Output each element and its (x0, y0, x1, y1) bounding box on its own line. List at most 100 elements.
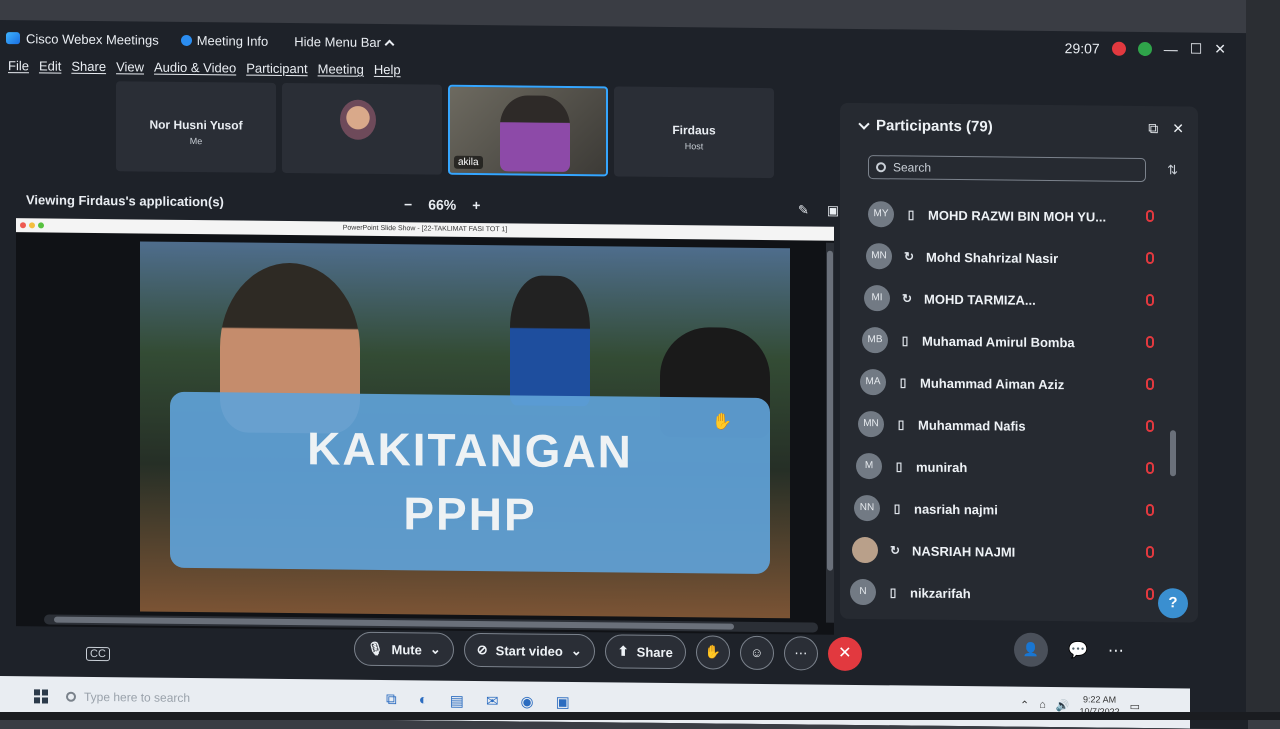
meeting-info-button[interactable]: Meeting Info (180, 32, 268, 48)
task-view-icon[interactable]: ⧉ (386, 691, 397, 709)
slide-subheading: PPHP (403, 487, 537, 541)
volume-icon[interactable]: 🔊 (1056, 699, 1070, 712)
dot-icon (38, 222, 44, 229)
search-icon (876, 162, 886, 173)
webex-window: Cisco Webex Meetings Meeting Info Hide M… (0, 20, 1248, 729)
video-tile-host[interactable]: Firdaus Host (614, 86, 774, 179)
menu-file[interactable]: File (8, 58, 29, 73)
participant-name: Muhamad Amirul Bomba (922, 333, 1075, 350)
menu-help[interactable]: Help (374, 62, 401, 77)
participant-scrollbar[interactable] (1170, 202, 1176, 602)
list-item[interactable]: N ▯ nikzarifah (850, 571, 1158, 616)
network-health-icon[interactable] (1137, 41, 1152, 56)
list-item[interactable]: ↻ NASRIAH NAJMI (852, 529, 1158, 574)
raise-hand-button[interactable]: ✋ (695, 635, 730, 670)
phone-icon: ▯ (889, 585, 897, 600)
avatar (340, 99, 376, 140)
video-tile-avatar[interactable] (282, 82, 442, 175)
edge-icon[interactable]: ◐ (419, 691, 428, 709)
share-label: Share (636, 644, 673, 660)
list-item[interactable]: NN ▯ nasriah najmi (854, 487, 1158, 532)
window-dots (20, 222, 44, 229)
participants-toggle-icon[interactable]: 👤 (1014, 632, 1048, 667)
monitor-bezel (1246, 0, 1280, 720)
menu-view[interactable]: View (116, 59, 144, 74)
mic-muted-icon[interactable] (1146, 294, 1154, 307)
menu-meeting[interactable]: Meeting (318, 61, 364, 76)
list-item[interactable]: MN ▯ Muhammad Nafis (858, 403, 1158, 448)
zoom-in-button[interactable]: + (472, 197, 480, 213)
video-tile-active-speaker[interactable]: akila (448, 84, 608, 177)
scroll-thumb[interactable] (1170, 430, 1176, 477)
menu-share[interactable]: Share (71, 59, 106, 74)
chevron-up-icon (384, 39, 395, 50)
network-icon[interactable]: ⌂ (1039, 699, 1046, 711)
pop-out-icon[interactable]: ⧉ (1148, 120, 1158, 137)
webex-taskbar-icon[interactable]: ▣ (556, 693, 570, 711)
leave-meeting-button[interactable]: ✕ (827, 636, 862, 672)
close-panel-icon[interactable]: ✕ (1172, 120, 1184, 137)
shared-window-titlebar: PowerPoint Slide Show - [22-TAKLIMAT FAS… (16, 218, 834, 241)
mic-muted-icon[interactable] (1146, 504, 1154, 517)
mic-muted-icon[interactable] (1146, 252, 1154, 265)
reactions-button[interactable]: ☺ (739, 635, 774, 671)
taskbar-search-input[interactable]: Type here to search (66, 690, 346, 707)
meeting-controls: 🎙 Mute ⌄ ⊘ Start video ⌄ ⬆ Share ✋ ☺ ⋯ ✕ (354, 631, 862, 672)
notification-icon[interactable]: ▭ (1130, 699, 1140, 712)
mute-button[interactable]: 🎙 Mute ⌄ (354, 631, 454, 667)
taskbar-apps: ⧉ ◐ ▤ ✉ ◉ ▣ (386, 691, 570, 711)
more-panels-icon[interactable]: ⋯ (1108, 641, 1124, 661)
mic-muted-icon[interactable] (1146, 336, 1154, 349)
share-button[interactable]: ⬆ Share (604, 634, 686, 670)
list-item[interactable]: MB ▯ Muhamad Amirul Bomba (862, 319, 1158, 364)
chrome-icon[interactable]: ◉ (521, 692, 534, 710)
captions-icon[interactable]: CC (86, 646, 110, 662)
chevron-down-icon[interactable]: ⌄ (430, 642, 441, 658)
mail-icon[interactable]: ✉ (486, 692, 499, 710)
video-tile-role: Me (189, 135, 203, 147)
participant-search-input[interactable]: Search (868, 155, 1146, 183)
video-tile-self[interactable]: Nor Husni Yusof Me (116, 81, 276, 173)
sync-icon: ↻ (889, 543, 901, 558)
avatar: NN (854, 494, 880, 522)
search-icon (66, 691, 76, 702)
remote-control-icon[interactable]: ▣ (827, 203, 839, 219)
participant-video (500, 95, 570, 172)
file-explorer-icon[interactable]: ▤ (450, 692, 464, 710)
mic-muted-icon[interactable] (1146, 378, 1154, 391)
list-item[interactable]: MI ↻ MOHD TARMIZA... (864, 277, 1158, 322)
menu-participant[interactable]: Participant (246, 61, 307, 77)
mic-muted-icon[interactable] (1146, 210, 1154, 223)
zoom-out-button[interactable]: − (404, 196, 412, 212)
mic-muted-icon[interactable] (1146, 546, 1154, 559)
menu-edit[interactable]: Edit (39, 58, 61, 73)
windows-start-icon[interactable] (34, 689, 48, 704)
list-item[interactable]: MY ▯ MOHD RAZWI BIN MOH YU... (868, 193, 1158, 238)
mic-muted-icon[interactable] (1146, 588, 1154, 601)
vertical-scrollbar[interactable] (826, 242, 834, 623)
more-options-button[interactable]: ⋯ (783, 636, 818, 671)
show-hidden-icons-icon[interactable]: ⌃ (1020, 698, 1029, 711)
start-video-button[interactable]: ⊘ Start video ⌄ (463, 632, 595, 669)
scroll-thumb[interactable] (827, 250, 833, 571)
recording-icon[interactable] (1111, 41, 1126, 56)
close-icon[interactable]: ✕ (1214, 41, 1226, 58)
mic-muted-icon[interactable] (1146, 420, 1154, 433)
mic-muted-icon[interactable] (1146, 462, 1154, 475)
maximize-icon[interactable]: ☐ (1190, 40, 1203, 57)
minimize-icon[interactable]: — (1164, 41, 1178, 57)
start-video-label: Start video (495, 642, 563, 659)
help-icon[interactable]: ? (1158, 588, 1188, 619)
annotate-icon[interactable]: ✎ (798, 202, 809, 218)
menu-audio-video[interactable]: Audio & Video (154, 60, 236, 76)
chevron-down-icon[interactable]: ⌄ (571, 643, 582, 659)
participants-header[interactable]: Participants (79) (858, 117, 993, 135)
list-item[interactable]: MA ▯ Muhammad Aiman Aziz (860, 361, 1158, 406)
hide-menu-bar-button[interactable]: Hide Menu Bar (294, 34, 395, 50)
sort-icon[interactable]: ⇅ (1167, 162, 1178, 178)
list-item[interactable]: MN ↻ Mohd Shahrizal Nasir (866, 235, 1158, 280)
list-item[interactable]: M ▯ munirah (856, 445, 1158, 490)
phone-icon: ▯ (895, 459, 903, 474)
chat-icon[interactable]: 💬 (1068, 640, 1088, 660)
participant-name: Muhammad Nafis (918, 417, 1026, 434)
